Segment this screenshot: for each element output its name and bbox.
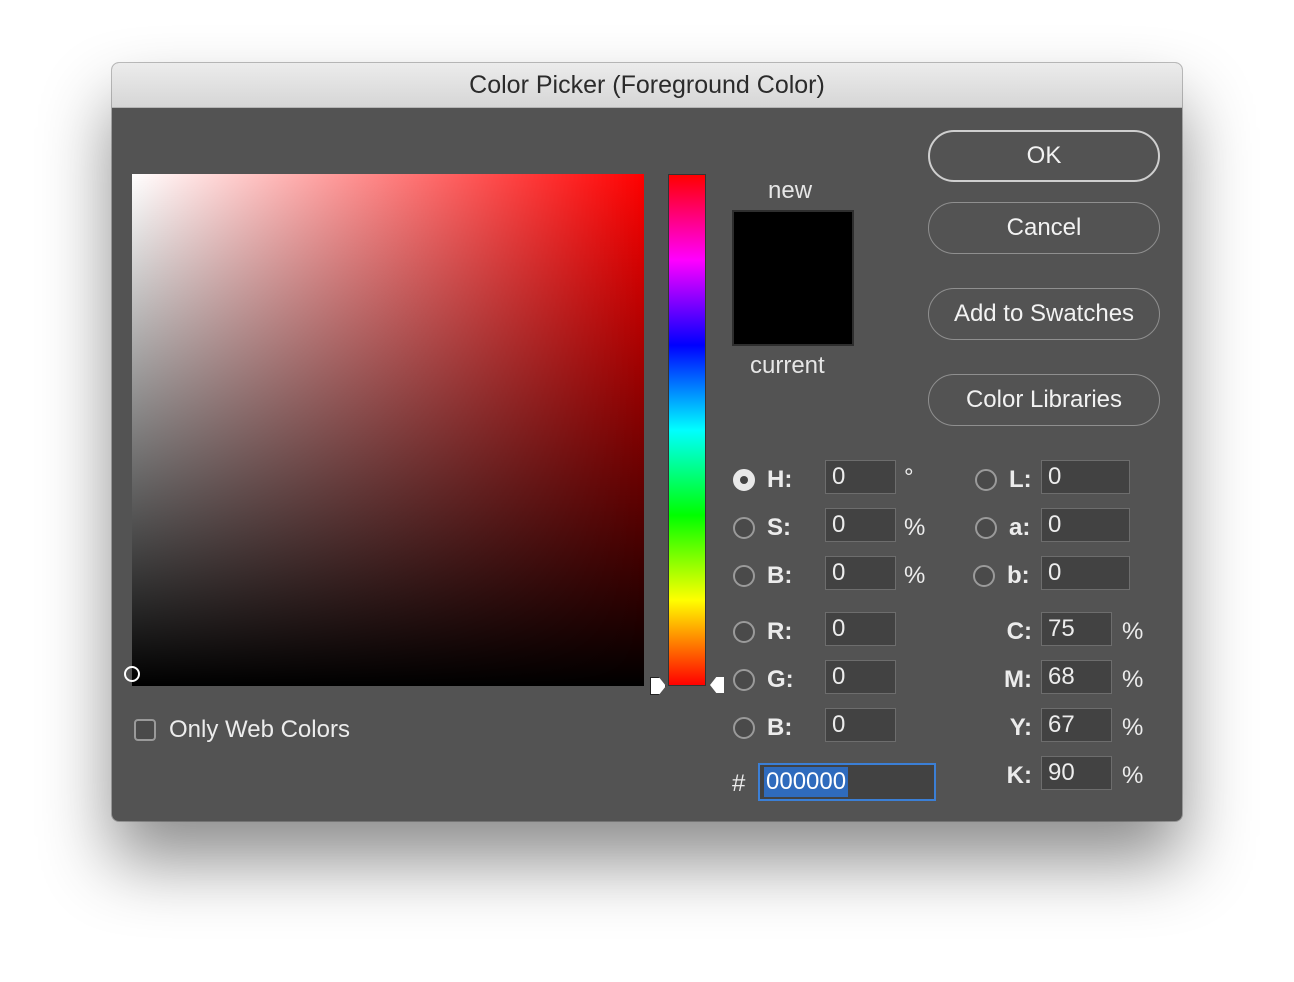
hex-label: # bbox=[732, 770, 746, 797]
lab-a-input[interactable]: 0 bbox=[1041, 508, 1130, 542]
lab-l-radio[interactable] bbox=[975, 469, 997, 491]
lab-b-label: b: bbox=[1007, 562, 1030, 589]
current-color-label: current bbox=[750, 352, 825, 379]
hue-radio[interactable] bbox=[733, 469, 755, 491]
black-label: K: bbox=[1006, 762, 1032, 789]
hue-slider-right-handle-icon[interactable] bbox=[710, 677, 724, 693]
cancel-button[interactable]: Cancel bbox=[928, 202, 1160, 254]
blue-input[interactable]: 0 bbox=[825, 708, 896, 742]
hex-value-selection: 000000 bbox=[764, 767, 849, 797]
hex-input[interactable]: 000000 bbox=[758, 763, 936, 801]
saturation-unit: % bbox=[904, 514, 926, 541]
saturation-input[interactable]: 0 bbox=[825, 508, 896, 542]
cyan-label: C: bbox=[1006, 618, 1032, 645]
green-label: G: bbox=[767, 666, 794, 693]
dialog-title: Color Picker (Foreground Color) bbox=[112, 63, 1182, 108]
magenta-label: M: bbox=[1004, 666, 1032, 693]
ok-button[interactable]: OK bbox=[928, 130, 1160, 182]
lab-a-radio[interactable] bbox=[975, 517, 997, 539]
add-to-swatches-button[interactable]: Add to Swatches bbox=[928, 288, 1160, 340]
yellow-input[interactable]: 67 bbox=[1041, 708, 1112, 742]
green-input[interactable]: 0 bbox=[825, 660, 896, 694]
hue-unit: ° bbox=[904, 464, 914, 491]
brightness-label: B: bbox=[767, 562, 793, 589]
magenta-input[interactable]: 68 bbox=[1041, 660, 1112, 694]
brightness-input[interactable]: 0 bbox=[825, 556, 896, 590]
lab-l-label: L: bbox=[1009, 466, 1032, 493]
black-input[interactable]: 90 bbox=[1041, 756, 1112, 790]
hue-slider[interactable] bbox=[668, 174, 706, 686]
brightness-unit: % bbox=[904, 562, 926, 589]
lab-b-radio[interactable] bbox=[973, 565, 995, 587]
cyan-input[interactable]: 75 bbox=[1041, 612, 1112, 646]
red-radio[interactable] bbox=[733, 621, 755, 643]
hue-slider-left-handle-icon[interactable] bbox=[650, 677, 666, 695]
red-input[interactable]: 0 bbox=[825, 612, 896, 646]
blue-label: B: bbox=[767, 714, 793, 741]
green-radio[interactable] bbox=[733, 669, 755, 691]
only-web-colors-label: Only Web Colors bbox=[169, 716, 350, 743]
lab-l-input[interactable]: 0 bbox=[1041, 460, 1130, 494]
new-color-label: new bbox=[768, 177, 813, 204]
cyan-unit: % bbox=[1122, 618, 1144, 645]
color-libraries-button[interactable]: Color Libraries bbox=[928, 374, 1160, 426]
current-color-swatch[interactable] bbox=[732, 277, 854, 346]
blue-radio[interactable] bbox=[733, 717, 755, 739]
hue-input[interactable]: 0 bbox=[825, 460, 896, 494]
new-color-swatch bbox=[732, 210, 854, 279]
yellow-label: Y: bbox=[1009, 714, 1032, 741]
only-web-colors-checkbox[interactable] bbox=[134, 719, 156, 741]
black-unit: % bbox=[1122, 762, 1144, 789]
red-label: R: bbox=[767, 618, 793, 645]
saturation-label: S: bbox=[767, 514, 791, 541]
color-field-marker[interactable] bbox=[124, 666, 140, 682]
hue-label: H: bbox=[767, 466, 793, 493]
yellow-unit: % bbox=[1122, 714, 1144, 741]
saturation-radio[interactable] bbox=[733, 517, 755, 539]
lab-a-label: a: bbox=[1009, 514, 1031, 541]
color-picker-dialog: Color Picker (Foreground Color) new curr… bbox=[112, 63, 1182, 821]
lab-b-input[interactable]: 0 bbox=[1041, 556, 1130, 590]
magenta-unit: % bbox=[1122, 666, 1144, 693]
saturation-brightness-field[interactable] bbox=[132, 174, 644, 686]
brightness-radio[interactable] bbox=[733, 565, 755, 587]
